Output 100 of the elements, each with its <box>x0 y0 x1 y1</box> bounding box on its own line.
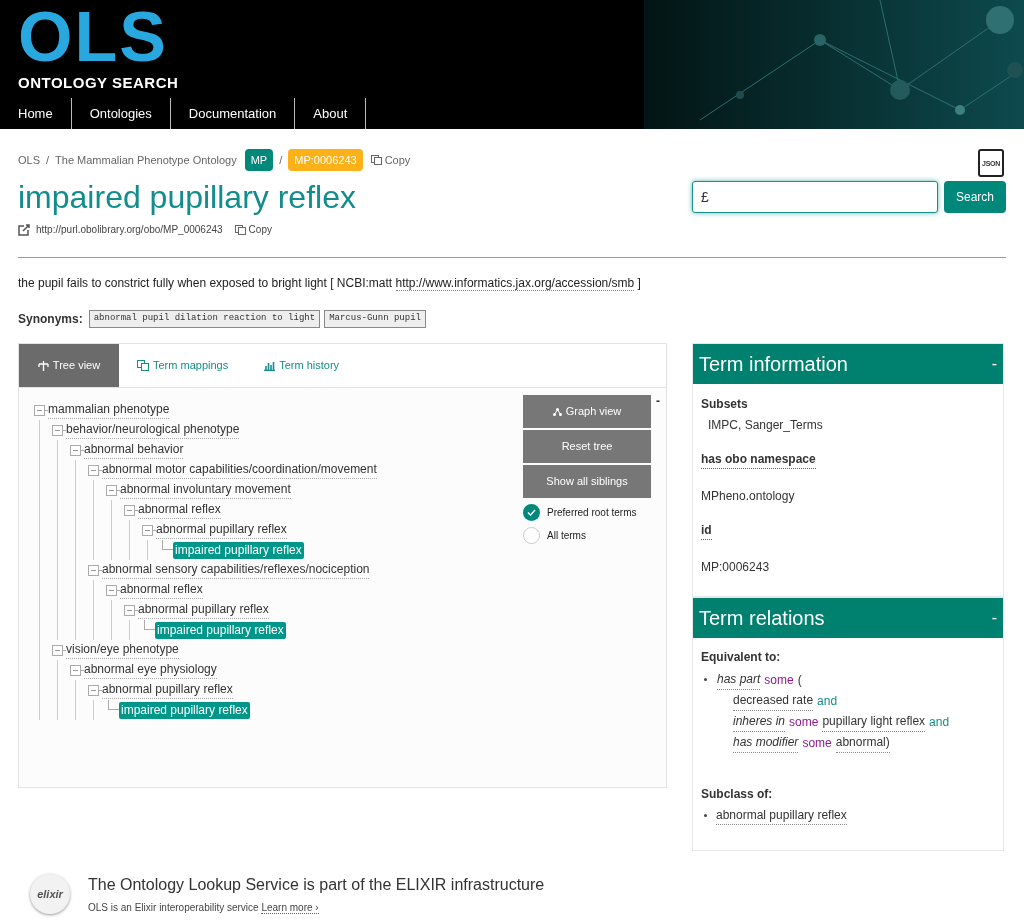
keyword-text: some <box>802 734 832 752</box>
collapse-icon[interactable] <box>88 684 99 696</box>
term-id-badge: MP:0006243 <box>288 148 363 172</box>
keyword-text: some <box>789 713 819 731</box>
collapse-icon[interactable] <box>142 524 153 536</box>
collapse-icon[interactable] <box>106 484 117 496</box>
synonym-tag: Marcus-Gunn pupil <box>324 310 426 328</box>
copy-icon <box>370 155 382 165</box>
tree-node[interactable]: abnormal pupillary reflex <box>102 681 233 699</box>
collapse-icon[interactable] <box>124 504 135 516</box>
tree-node[interactable]: impaired pupillary reflex <box>173 541 304 559</box>
section-label: Subclass of: <box>701 786 774 803</box>
collapse-toggle[interactable]: - <box>991 606 997 630</box>
search-button[interactable]: Search <box>944 181 1006 213</box>
tree-button[interactable]: Graph view <box>523 395 651 428</box>
tree-node[interactable]: abnormal involuntary movement <box>120 481 291 499</box>
synonyms-label: Synonyms: <box>18 311 83 328</box>
field-value: IMPC, Sanger_Terms <box>708 417 824 434</box>
collapse-icon[interactable] <box>70 444 81 456</box>
class-link[interactable]: decreased rate <box>733 690 814 711</box>
property-link[interactable]: has part <box>717 669 761 690</box>
tree-node[interactable]: impaired pupillary reflex <box>119 701 250 719</box>
tree-button[interactable]: Reset tree <box>523 430 651 463</box>
tree-node[interactable]: impaired pupillary reflex <box>155 621 286 639</box>
collapse-icon[interactable] <box>52 644 63 656</box>
tree-node[interactable]: abnormal behavior <box>84 441 184 459</box>
bullet <box>704 814 707 817</box>
section-label: Equivalent to: <box>701 649 782 666</box>
nav-link[interactable]: About <box>295 98 367 129</box>
collapse-icon[interactable] <box>88 464 99 476</box>
field-value: MP:0006243 <box>701 559 771 576</box>
tree-node[interactable]: abnormal motor capabilities/coordination/movement <box>102 461 377 479</box>
breadcrumb-separator: / <box>46 152 50 168</box>
tree-node[interactable]: abnormal reflex <box>138 501 221 519</box>
copy-icon <box>234 224 246 235</box>
mappings-icon <box>137 360 149 371</box>
learn-more-link[interactable]: Learn more › <box>261 902 319 914</box>
collapse-icon[interactable] <box>106 584 117 596</box>
nav-link[interactable]: Home <box>0 98 72 129</box>
collapse-icon[interactable] <box>124 604 135 616</box>
tree-node[interactable]: abnormal pupillary reflex <box>138 601 269 619</box>
tree-node[interactable]: vision/eye phenotype <box>66 641 179 659</box>
tree-button[interactable]: Show all siblings <box>523 465 651 498</box>
radio-label: All terms <box>547 529 586 543</box>
panel-title: Term information <box>699 352 848 377</box>
bullet <box>704 678 707 681</box>
copy-button[interactable]: Copy <box>234 222 272 237</box>
collapse-icon[interactable] <box>88 564 99 576</box>
logo-tagline: ONTOLOGY SEARCH <box>18 73 179 93</box>
tree-node[interactable]: abnormal pupillary reflex <box>156 521 287 539</box>
tab[interactable]: Tree view <box>19 344 119 387</box>
xref-link[interactable]: http://www.informatics.jax.org/accession/smb <box>395 276 635 291</box>
panel-title: Term relations <box>699 606 825 631</box>
definition-text: the pupil fails to constrict fully when exposed to bright light [ NCBI:matt http://www.informatics.jax.org/accession/smb ] <box>18 275 642 292</box>
breadcrumb-separator: / <box>279 152 283 168</box>
field-label: has obo namespace <box>701 450 816 469</box>
collapse-icon[interactable] <box>34 404 45 416</box>
collapse-icon[interactable] <box>70 664 81 676</box>
external-link-icon <box>18 223 30 236</box>
field-value: MPheno.ontology <box>701 488 796 505</box>
radio-button[interactable] <box>523 527 540 544</box>
tree-node[interactable]: abnormal eye physiology <box>84 661 217 679</box>
bracket-text: ( <box>797 671 802 689</box>
operator-text: and <box>817 692 838 710</box>
field-label: Subsets <box>701 396 749 413</box>
class-link[interactable]: abnormal pupillary reflex <box>716 806 847 825</box>
nav-link[interactable]: Documentation <box>170 98 296 129</box>
copy-button[interactable]: Copy <box>370 151 411 169</box>
breadcrumb-link[interactable]: The Mammalian Phenotype Ontology <box>55 151 237 169</box>
tab[interactable]: Term mappings <box>119 344 247 387</box>
search-field[interactable]: £ <box>692 181 938 213</box>
field-label: id <box>701 521 712 540</box>
collapse-icon[interactable] <box>52 424 63 436</box>
operator-text: and <box>929 713 950 731</box>
class-link[interactable]: abnormal) <box>835 732 890 753</box>
tree-node[interactable]: abnormal sensory capabilities/reflexes/nociception <box>102 561 370 579</box>
check-icon <box>527 509 536 516</box>
collapse-toggle[interactable]: - <box>991 352 997 376</box>
nav-link[interactable]: Ontologies <box>71 98 171 129</box>
tree-node[interactable]: behavior/neurological phenotype <box>66 421 240 439</box>
term-iri: http://purl.obolibrary.org/obo/MP_0006243 <box>36 223 223 237</box>
synonym-tag: abnormal pupil dilation reaction to light <box>88 310 321 328</box>
tree-node[interactable]: abnormal reflex <box>120 581 203 599</box>
collapse-toggle[interactable]: - <box>656 392 660 410</box>
property-link[interactable]: inheres in <box>733 711 786 732</box>
bar-chart-icon <box>264 360 276 371</box>
footer-text: OLS is an Elixir interoperability service Learn more › <box>88 901 320 915</box>
property-link[interactable]: has modifier <box>733 732 799 753</box>
logo-text[interactable]: OLS <box>18 2 168 72</box>
class-link[interactable]: pupillary light reflex <box>822 711 926 732</box>
tree-node[interactable]: mammalian phenotype <box>48 401 170 419</box>
radio-button[interactable] <box>523 504 540 521</box>
radio-label: Preferred root terms <box>547 506 637 520</box>
tab[interactable]: Term history <box>246 344 358 387</box>
footer-headline: The Ontology Lookup Service is part of the ELIXIR infrastructure <box>88 875 545 895</box>
breadcrumb-link[interactable]: OLS <box>18 151 40 169</box>
elixir-logo[interactable]: elixir <box>30 874 70 914</box>
keyword-text: some <box>764 671 794 689</box>
ontology-badge[interactable]: MP <box>244 148 274 172</box>
graph-icon <box>552 407 562 416</box>
